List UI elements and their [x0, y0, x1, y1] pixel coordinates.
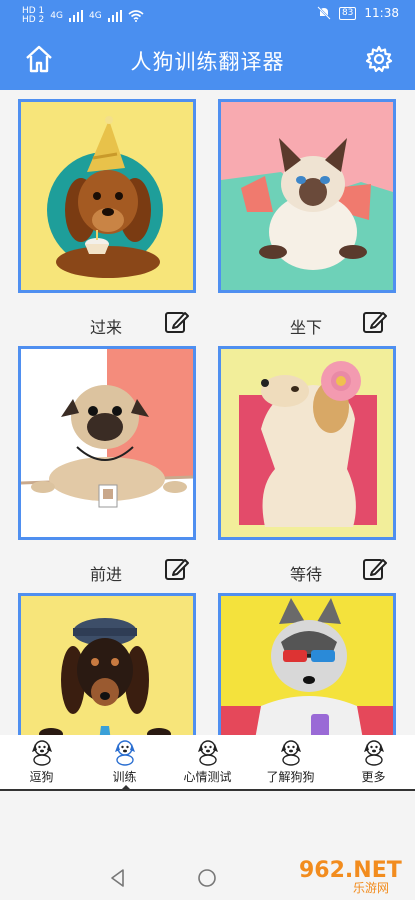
dog-icon [115, 740, 135, 766]
tab-label: 逗狗 [29, 770, 54, 784]
card-come[interactable]: 过来 [18, 99, 196, 344]
card-label: 坐下 [290, 318, 323, 337]
tab-label: 心情测试 [183, 770, 232, 784]
siamese-cat-image [221, 138, 393, 290]
card-sit[interactable]: 坐下 [218, 99, 396, 344]
active-tab-indicator [121, 785, 131, 790]
tab-more[interactable]: 更多 [332, 735, 415, 789]
watermark-logo: 962.NET 乐游网 [299, 858, 402, 895]
edit-icon[interactable] [362, 309, 388, 335]
card-image[interactable] [218, 99, 396, 293]
tab-training[interactable]: 训练 [83, 735, 166, 790]
dog-with-cap-image [39, 618, 171, 735]
app-header: 人狗训练翻译器 [0, 32, 415, 90]
edit-icon[interactable] [164, 309, 190, 335]
status-bar: HD 1 HD 2 4G 4G 83 11:38 [0, 0, 415, 32]
card-wait[interactable]: 等待 [218, 346, 396, 591]
network2-label: 4G [89, 11, 102, 21]
status-right: 83 11:38 [317, 6, 399, 20]
husky-3d-glasses-image [221, 598, 393, 735]
watermark-brand: 962.NET [299, 858, 402, 883]
tab-tease-dog[interactable]: 逗狗 [0, 735, 83, 789]
edit-icon[interactable] [164, 556, 190, 582]
card-forward[interactable]: 前进 [18, 346, 196, 591]
card-image[interactable] [18, 346, 196, 540]
card-image[interactable] [218, 593, 396, 735]
card-image[interactable] [218, 346, 396, 540]
dog-icon [364, 740, 384, 766]
gear-icon[interactable] [365, 45, 393, 73]
tab-label: 训练 [112, 770, 137, 784]
tab-label: 更多 [361, 770, 386, 784]
puppy-party-image [47, 116, 163, 278]
page-title: 人狗训练翻译器 [130, 50, 285, 74]
tab-label: 了解狗狗 [266, 770, 315, 784]
edit-icon[interactable] [362, 556, 388, 582]
network1-label: 4G [50, 11, 63, 21]
clock: 11:38 [364, 6, 399, 20]
card-item[interactable] [18, 593, 196, 735]
card-image[interactable] [18, 593, 196, 735]
watermark-sub: 乐游网 [353, 881, 389, 895]
card-label: 前进 [90, 565, 123, 584]
mute-bell-icon [317, 6, 331, 20]
card-item[interactable] [218, 593, 396, 735]
dog-icon [198, 740, 218, 766]
signal-icon [107, 10, 122, 22]
battery-indicator: 83 [338, 6, 357, 20]
pug-image [21, 349, 193, 537]
card-label: 等待 [290, 565, 323, 584]
card-label: 过来 [90, 318, 123, 337]
card-image[interactable] [18, 99, 196, 293]
training-grid: 过来 坐下 前进 等待 [0, 90, 415, 735]
status-left: HD 1 HD 2 4G 4G [22, 7, 144, 25]
tab-know-dogs[interactable]: 了解狗狗 [249, 735, 332, 789]
dog-icon [281, 740, 301, 766]
home-circle-icon[interactable] [197, 868, 217, 888]
back-icon[interactable] [108, 868, 128, 888]
dog-icon [32, 740, 52, 766]
wifi-icon [128, 10, 144, 22]
labrador-flower-image [239, 361, 377, 527]
signal-icon [69, 10, 83, 22]
tab-mood-test[interactable]: 心情测试 [166, 735, 249, 789]
bottom-tab-bar: 逗狗 训练 心情测试 了解狗狗 更多 [0, 735, 415, 791]
sim2-label: HD 2 [22, 15, 45, 25]
